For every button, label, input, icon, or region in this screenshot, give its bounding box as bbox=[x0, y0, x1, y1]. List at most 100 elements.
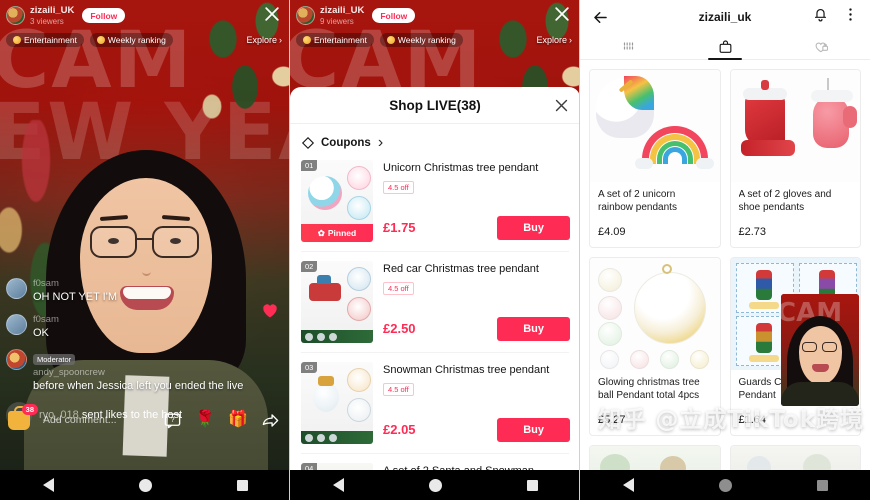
question-chat-icon[interactable]: ? bbox=[163, 411, 182, 430]
gift-icon[interactable]: 🎁 bbox=[228, 412, 248, 428]
chat-message: f0sam OK bbox=[6, 313, 268, 340]
chat-username: f0sam bbox=[33, 278, 59, 290]
tag-label: Entertainment bbox=[314, 35, 367, 45]
product-price: £2.05 bbox=[383, 422, 416, 438]
bell-icon[interactable] bbox=[812, 6, 829, 28]
nav-home-circle[interactable] bbox=[138, 478, 152, 492]
chevron-right-icon: › bbox=[279, 35, 282, 45]
product-image bbox=[590, 258, 720, 370]
tag-entertainment[interactable]: Entertainment bbox=[296, 33, 374, 47]
nav-home-circle[interactable] bbox=[718, 478, 732, 492]
product-card[interactable] bbox=[589, 445, 721, 470]
avatar[interactable] bbox=[296, 6, 315, 25]
comment-bar: 38 Add comment... ? 🌹 🎁 bbox=[0, 400, 290, 440]
tab-liked[interactable] bbox=[773, 34, 870, 59]
product-image bbox=[590, 70, 720, 182]
viewer-count: 3 viewers bbox=[30, 17, 64, 26]
avatar[interactable] bbox=[6, 278, 27, 300]
close-icon[interactable] bbox=[262, 4, 282, 24]
pinned-badge: ✿ Pinned bbox=[301, 224, 373, 242]
live-tag-row: Entertainment Weekly ranking Explore › bbox=[296, 33, 574, 47]
buy-button[interactable]: Buy bbox=[497, 215, 570, 240]
watermark: 知乎 @立成TikTok跨境 bbox=[598, 407, 864, 433]
panel-live-left: CAM EW YEAR bbox=[0, 0, 290, 500]
tag-weekly-ranking[interactable]: Weekly ranking bbox=[379, 33, 463, 47]
add-comment-input[interactable]: Add comment... bbox=[34, 414, 163, 426]
tag-weekly-ranking[interactable]: Weekly ranking bbox=[89, 33, 173, 47]
product-index: 03 bbox=[301, 362, 318, 373]
android-navbar bbox=[580, 470, 870, 500]
nav-back-triangle[interactable] bbox=[42, 478, 54, 492]
chat-text: before when Jessica left you ended the l… bbox=[33, 379, 244, 392]
sheet-product-list[interactable]: 01 ✿ Pinned Unicorn Christmas tree pendan… bbox=[290, 160, 580, 470]
discount-badge: 4.5 off bbox=[383, 180, 414, 194]
host-username: zizaili_UK bbox=[30, 5, 75, 16]
host-chip[interactable]: zizaili_UK 3 viewers Follow bbox=[6, 5, 284, 26]
close-icon[interactable] bbox=[552, 4, 572, 24]
rose-icon[interactable]: 🌹 bbox=[195, 412, 215, 428]
shopping-bag-icon[interactable]: 38 bbox=[8, 404, 38, 433]
product-image bbox=[590, 446, 720, 470]
avatar[interactable] bbox=[6, 348, 27, 370]
tab-videos[interactable] bbox=[580, 34, 677, 59]
product-card[interactable]: A set of 2 unicorn rainbow pendants £4.0… bbox=[589, 69, 721, 248]
product-thumbnail[interactable]: 01 ✿ Pinned bbox=[301, 160, 373, 242]
more-vertical-icon[interactable] bbox=[842, 6, 859, 28]
back-arrow-icon[interactable] bbox=[591, 8, 610, 27]
coupon-diamond-icon bbox=[301, 136, 315, 150]
product-thumbnail[interactable]: 04 bbox=[301, 463, 373, 470]
product-name: Red car Christmas tree pendant bbox=[383, 263, 539, 275]
follow-button[interactable]: Follow bbox=[82, 8, 126, 23]
product-name: A set of 2 unicorn rainbow pendants bbox=[598, 189, 677, 213]
buy-button[interactable]: Buy bbox=[497, 316, 570, 341]
product-thumbnail[interactable]: 02 bbox=[301, 261, 373, 343]
coin-icon bbox=[303, 36, 311, 44]
tag-entertainment[interactable]: Entertainment bbox=[6, 33, 84, 47]
sheet-product-row[interactable]: 04 A set of 2 Santa and Snowman pendants… bbox=[290, 463, 580, 470]
profile-tabs[interactable] bbox=[580, 34, 870, 60]
live-top-bar: zizaili_UK 3 viewers Follow Entertainmen… bbox=[0, 0, 290, 47]
chat-username: f0sam bbox=[33, 313, 59, 325]
pin-icon: ✿ bbox=[317, 227, 325, 238]
share-icon[interactable] bbox=[261, 411, 280, 430]
nav-back-triangle[interactable] bbox=[332, 478, 344, 492]
svg-text:?: ? bbox=[171, 416, 175, 424]
chat-text: OH NOT YET I'M bbox=[33, 291, 118, 304]
moderator-badge: Moderator bbox=[33, 353, 76, 365]
coupons-row[interactable]: Coupons › bbox=[290, 124, 580, 160]
nav-home-circle[interactable] bbox=[428, 478, 442, 492]
nav-recents-square[interactable] bbox=[526, 479, 538, 491]
sheet-product-row[interactable]: 02 Red car Christmas tree pendant 4.5 of… bbox=[290, 261, 580, 352]
follow-button[interactable]: Follow bbox=[372, 8, 416, 23]
nav-recents-square[interactable] bbox=[236, 479, 248, 491]
product-index: 02 bbox=[301, 261, 318, 272]
live-tag-row: Entertainment Weekly ranking Explore › bbox=[6, 33, 284, 47]
explore-button[interactable]: Explore › bbox=[246, 35, 284, 45]
pip-live-video[interactable]: CAM bbox=[781, 294, 859, 406]
avatar[interactable] bbox=[6, 6, 25, 25]
divider bbox=[301, 352, 569, 353]
tab-shop[interactable] bbox=[677, 34, 774, 59]
sheet-product-row[interactable]: 03 Snowman Christmas tree pendant 4.5 of… bbox=[290, 362, 580, 453]
profile-header: zizaili_uk bbox=[580, 0, 870, 34]
avatar[interactable] bbox=[6, 313, 27, 335]
chat-message: Moderator andy_spooncrew before when Jes… bbox=[6, 348, 268, 393]
sheet-product-row[interactable]: 01 ✿ Pinned Unicorn Christmas tree pendan… bbox=[290, 160, 580, 251]
viewer-count: 9 viewers bbox=[320, 17, 354, 26]
grid-videos-icon bbox=[623, 41, 633, 52]
product-card[interactable]: A set of 2 gloves and shoe pendants £2.7… bbox=[729, 69, 861, 248]
explore-button[interactable]: Explore › bbox=[536, 35, 574, 45]
product-thumbnail[interactable]: 03 bbox=[301, 362, 373, 444]
chat-username: andy_spooncrew bbox=[33, 366, 105, 378]
product-image bbox=[730, 70, 860, 182]
panel-divider bbox=[289, 0, 290, 500]
host-chip[interactable]: zizaili_UK 9 viewers Follow bbox=[296, 5, 574, 26]
product-image bbox=[730, 446, 860, 470]
buy-button[interactable]: Buy bbox=[497, 417, 570, 442]
nav-back-triangle[interactable] bbox=[622, 478, 634, 492]
close-icon[interactable] bbox=[553, 97, 570, 114]
chevron-right-icon: › bbox=[569, 35, 572, 45]
nav-recents-square[interactable] bbox=[816, 479, 828, 491]
product-price: £4.09 bbox=[598, 226, 626, 238]
product-card[interactable] bbox=[729, 445, 861, 470]
